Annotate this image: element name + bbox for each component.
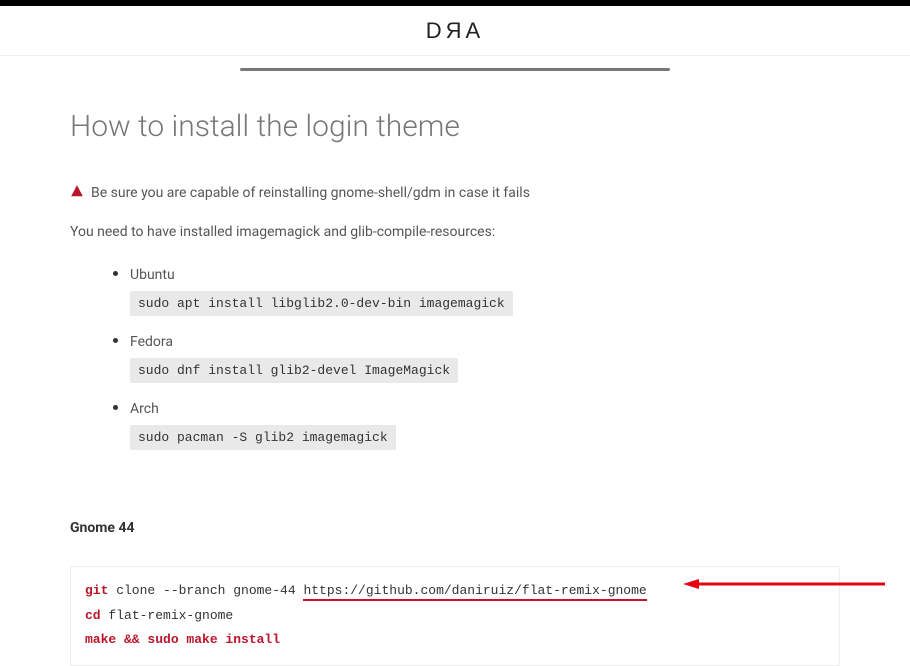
- distro-name: Fedora: [130, 334, 840, 350]
- content-area: How to install the login theme Be sure y…: [0, 68, 910, 666]
- warning-line: Be sure you are capable of reinstalling …: [70, 184, 840, 202]
- intro-text: You need to have installed imagemagick a…: [70, 224, 840, 240]
- code-line: make && sudo make install: [85, 628, 825, 653]
- page-title: How to install the login theme: [70, 109, 840, 144]
- code-text: flat-remix-gnome: [101, 608, 234, 623]
- logo[interactable]: DЯA: [426, 18, 484, 44]
- code-block: git clone --branch gnome-44 https://gith…: [70, 566, 840, 666]
- list-item: Fedora sudo dnf install glib2-devel Imag…: [130, 331, 840, 383]
- distro-name: Arch: [130, 401, 840, 417]
- divider-bar: [240, 68, 670, 71]
- code-inline: sudo apt install libglib2.0-dev-bin imag…: [130, 291, 513, 316]
- keyword: cd: [85, 608, 101, 623]
- keyword: make && sudo make install: [85, 632, 280, 647]
- annotation-arrow-icon: [675, 576, 895, 592]
- section-label: Gnome 44: [70, 520, 840, 536]
- distro-list: Ubuntu sudo apt install libglib2.0-dev-b…: [70, 264, 840, 450]
- list-item: Arch sudo pacman -S glib2 imagemagick: [130, 398, 840, 450]
- list-item: Ubuntu sudo apt install libglib2.0-dev-b…: [130, 264, 840, 316]
- code-text: clone --branch gnome-44: [108, 583, 303, 598]
- code-inline: sudo pacman -S glib2 imagemagick: [130, 425, 396, 450]
- site-header: DЯA: [0, 6, 910, 56]
- distro-name: Ubuntu: [130, 267, 840, 283]
- keyword: git: [85, 583, 108, 598]
- warning-icon: [70, 184, 84, 202]
- code-inline: sudo dnf install glib2-devel ImageMagick: [130, 358, 458, 383]
- warning-text: Be sure you are capable of reinstalling …: [91, 185, 530, 201]
- code-url: https://github.com/daniruiz/flat-remix-g…: [303, 583, 646, 601]
- code-line: cd flat-remix-gnome: [85, 604, 825, 629]
